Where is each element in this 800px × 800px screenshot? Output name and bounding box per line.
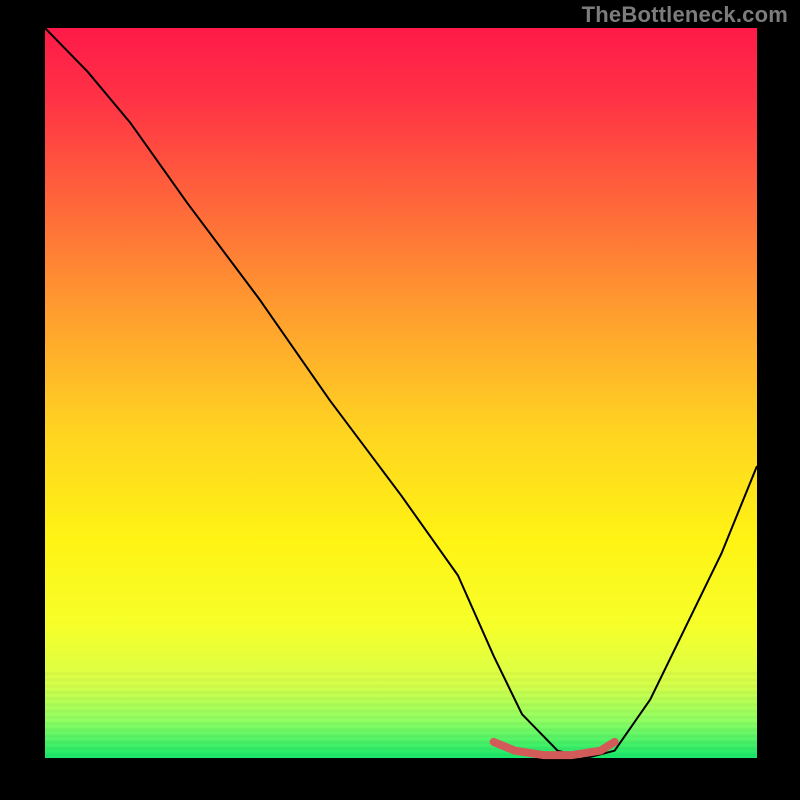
chart-canvas — [0, 0, 800, 800]
plot-background — [45, 28, 757, 758]
bottleneck-chart: TheBottleneck.com — [0, 0, 800, 800]
